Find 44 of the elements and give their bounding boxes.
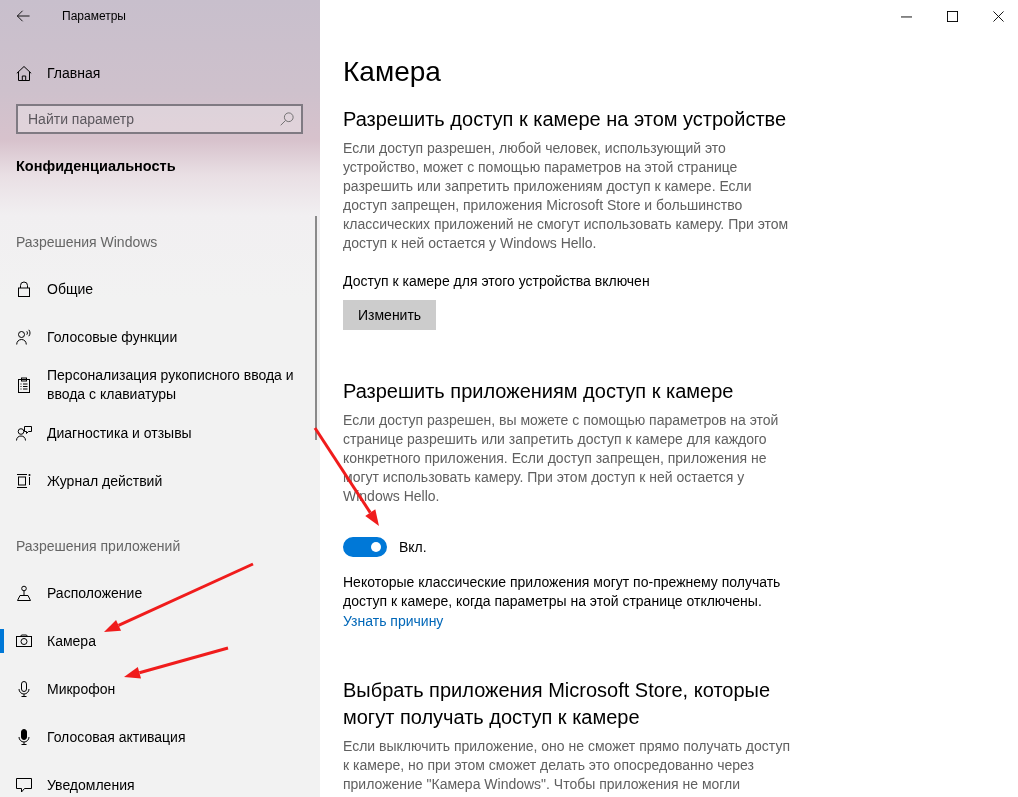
note-text: Некоторые классические приложения могут по-прежнему получать доступ к камере, когда параметры на этой странице отключены. (343, 573, 782, 611)
toggle-switch[interactable] (343, 537, 387, 557)
scroll-bar[interactable] (315, 216, 317, 440)
learn-more-link[interactable]: Узнать причину (343, 613, 444, 629)
sidebar-item[interactable]: Голосовая активация (0, 725, 194, 749)
microphone-icon (16, 729, 32, 745)
section-description: Если доступ разрешен, любой человек, использующий это устройство, может с помощью параметров на этой странице разрешить или запретить приложениям доступ к камере. Если доступ запрещен, приложения Microsoft Store и большинство классических приложений не смогут использовать камеру. При этом доступ к ней остается у Windows Hello. (343, 139, 790, 253)
section-heading: Разрешить доступ к камере на этом устройстве (343, 107, 788, 132)
section-title: Конфиденциальность (16, 157, 177, 176)
home-icon (16, 65, 32, 81)
search-icon (280, 112, 294, 126)
search-field[interactable]: Найти параметр (16, 104, 303, 134)
sidebar-item[interactable]: Голосовые функции (0, 325, 186, 349)
sidebar-item[interactable]: Диагностика и отзывы (0, 421, 200, 445)
group-heading: Разрешения Windows (16, 233, 159, 252)
sidebar-item[interactable]: Журнал действий (0, 469, 171, 493)
speaking-person-icon (16, 329, 32, 345)
sidebar-item[interactable]: Микрофон (0, 677, 124, 701)
sidebar-item[interactable]: Камера (0, 629, 104, 653)
change-button[interactable]: Изменить (343, 300, 437, 330)
section-heading: Выбрать приложения Microsoft Store, которые могут получать доступ к камере (343, 678, 772, 730)
microphone-icon (16, 681, 32, 697)
sidebar-item[interactable]: Уведомления (0, 773, 143, 797)
sidebar-item[interactable]: Расположение (0, 581, 151, 605)
speech-bubble-icon (16, 777, 32, 793)
sidebar-item[interactable]: Персонализация рукописного ввода и ввода с клавиатуры (0, 366, 320, 404)
section-heading: Разрешить приложениям доступ к камере (343, 379, 735, 404)
back-arrow-icon (16, 9, 30, 23)
section-description: Если выключить приложение, оно не сможет прямо получать доступ к камере, но при этом сможет делать это опосредованно через приложение "Камера Windows". Чтобы приложения не могли (343, 737, 791, 794)
person-speech-bubble-icon (16, 425, 32, 441)
home-item[interactable]: Главная (0, 61, 101, 85)
toggle-label: Вкл. (399, 539, 427, 555)
timeline-icon (16, 473, 32, 489)
pin-icon (16, 585, 32, 601)
group-heading: Разрешения приложений (16, 537, 182, 556)
maximize-icon (947, 10, 958, 22)
window-title: Параметры (62, 9, 126, 23)
lock-icon (16, 281, 32, 297)
status-text: Доступ к камере для этого устройства включен (343, 272, 651, 291)
close-icon (993, 10, 1004, 22)
clipboard-icon (16, 377, 32, 393)
sidebar-item[interactable]: Общие (0, 277, 102, 301)
camera-icon (16, 633, 32, 649)
page-title: Камера (343, 55, 442, 89)
